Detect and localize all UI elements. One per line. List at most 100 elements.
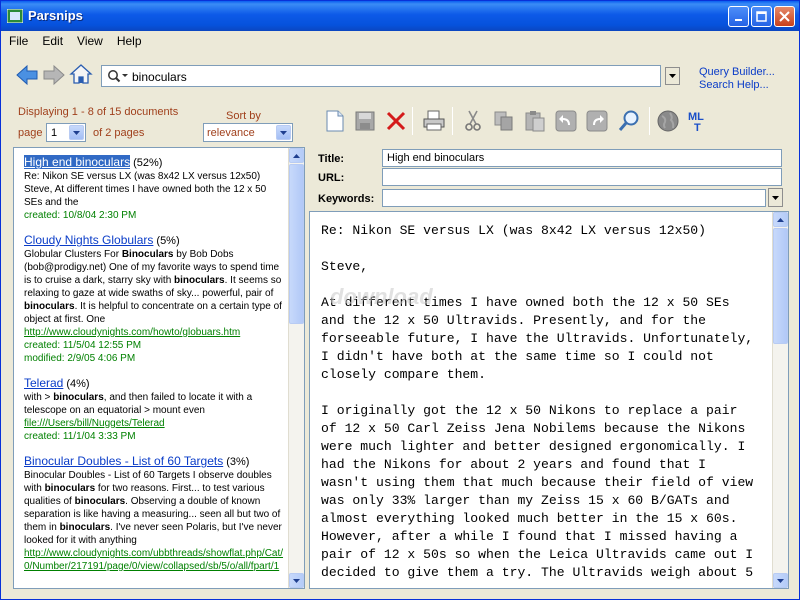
result-score: (4%) bbox=[66, 378, 90, 390]
title-field[interactable]: High end binoculars bbox=[382, 149, 782, 167]
document-text: Re: Nikon SE versus LX (was 8x42 LX vers… bbox=[321, 223, 754, 580]
svg-text:T: T bbox=[694, 122, 701, 133]
result-title-link[interactable]: Cloudy Nights Globulars bbox=[24, 233, 153, 247]
query-builder-link[interactable]: Query Builder... bbox=[699, 66, 775, 78]
snippet-highlight: binoculars bbox=[24, 301, 75, 312]
result-title-link[interactable]: High end binoculars bbox=[24, 155, 131, 169]
doc-scroll-up-button[interactable] bbox=[773, 212, 788, 227]
results-list[interactable]: High end binoculars (52%) Re: Nikon SE ver… bbox=[13, 147, 305, 589]
search-query: binoculars bbox=[132, 70, 187, 84]
document-viewer[interactable]: Re: Nikon SE versus LX (was 8x42 LX vers… bbox=[309, 211, 789, 589]
window-title: Parsnips bbox=[28, 8, 83, 23]
search-input[interactable]: binoculars bbox=[101, 65, 661, 87]
close-icon bbox=[779, 11, 790, 22]
url-field[interactable] bbox=[382, 168, 782, 186]
result-item[interactable]: Binocular Doubles - List of 60 Targets (3… bbox=[24, 455, 286, 573]
results-items: High end binoculars (52%) Re: Nikon SE ver… bbox=[24, 155, 286, 585]
result-snippet: Globular Clusters For Binoculars by Bob … bbox=[24, 248, 286, 326]
mlt-icon: ML T bbox=[688, 111, 704, 133]
app-icon bbox=[7, 9, 23, 23]
result-title-link[interactable]: Binocular Doubles - List of 60 Targets bbox=[24, 454, 223, 468]
document-scrollbar[interactable] bbox=[772, 212, 788, 588]
chevron-up-icon bbox=[777, 217, 784, 222]
search-help-link[interactable]: Search Help... bbox=[699, 79, 769, 91]
doc-scroll-thumb[interactable] bbox=[773, 228, 788, 344]
snippet-text: Globular Clusters For bbox=[24, 249, 122, 260]
result-url-link[interactable]: http://www.cloudynights.com/ubbthreads/s… bbox=[24, 547, 286, 573]
page-select[interactable]: 1 bbox=[46, 123, 86, 142]
save-button[interactable] bbox=[353, 109, 377, 133]
back-arrow-icon[interactable] bbox=[15, 64, 39, 86]
snippet-highlight: binoculars bbox=[44, 483, 96, 494]
scroll-thumb[interactable] bbox=[289, 164, 304, 324]
paste-button[interactable] bbox=[523, 109, 547, 133]
url-label: URL: bbox=[318, 172, 345, 184]
scissors-icon bbox=[465, 110, 481, 131]
result-item[interactable]: Telerad (4%) with > binoculars, and then f… bbox=[24, 377, 286, 443]
maximize-button[interactable] bbox=[751, 6, 772, 27]
page-select-value: 1 bbox=[51, 127, 58, 139]
forward-arrow-icon[interactable] bbox=[42, 64, 66, 86]
undo-icon bbox=[555, 110, 577, 132]
close-button[interactable] bbox=[774, 6, 795, 27]
result-score: (52%) bbox=[133, 157, 163, 169]
search-icon[interactable] bbox=[107, 69, 129, 83]
results-scrollbar[interactable] bbox=[288, 148, 304, 588]
chevron-down-icon bbox=[777, 578, 784, 583]
print-button[interactable] bbox=[422, 109, 446, 133]
redo-button[interactable] bbox=[585, 109, 609, 133]
result-title-link[interactable]: Telerad bbox=[24, 376, 63, 390]
result-date: modified: 2/9/05 4:06 PM bbox=[24, 353, 136, 364]
result-snippet: with > binoculars, and then failed to lo… bbox=[24, 391, 286, 417]
home-icon[interactable] bbox=[69, 63, 93, 85]
menu-file[interactable]: File bbox=[1, 31, 34, 48]
sort-select[interactable]: relevance bbox=[203, 123, 293, 142]
result-date: created: 11/1/04 3:33 PM bbox=[24, 431, 136, 442]
minimize-button[interactable] bbox=[728, 6, 749, 27]
chevron-down-icon bbox=[73, 130, 80, 135]
delete-button[interactable] bbox=[384, 109, 408, 133]
document-pane: ML T Title: High end binoculars URL: Key… bbox=[309, 99, 789, 589]
magnifier-icon bbox=[618, 110, 639, 131]
result-url-link[interactable]: http://www.cloudynights.com/howto/globua… bbox=[24, 326, 286, 339]
snippet-highlight: binoculars bbox=[174, 275, 225, 286]
watermark: download bbox=[330, 284, 433, 309]
more-like-this-button[interactable]: ML T bbox=[687, 109, 711, 133]
doc-scroll-down-button[interactable] bbox=[773, 573, 788, 588]
menu-edit[interactable]: Edit bbox=[34, 31, 69, 48]
page-label: page bbox=[18, 127, 43, 139]
web-button[interactable] bbox=[656, 109, 680, 133]
menu-help[interactable]: Help bbox=[109, 31, 148, 48]
results-header: Displaying 1 - 8 of 15 documents page 1 … bbox=[13, 99, 305, 147]
total-pages: of 2 pages bbox=[93, 127, 145, 139]
find-button[interactable] bbox=[617, 109, 641, 133]
result-item[interactable]: High end binoculars (52%) Re: Nikon SE ver… bbox=[24, 155, 286, 222]
globe-icon bbox=[657, 110, 679, 132]
scroll-up-button[interactable] bbox=[289, 148, 304, 163]
snippet-text: Re: Nikon SE versus LX (was 8x42 LX vers… bbox=[24, 171, 267, 208]
cut-button[interactable] bbox=[461, 109, 485, 133]
printer-icon bbox=[423, 110, 445, 131]
undo-button[interactable] bbox=[554, 109, 578, 133]
sort-dropdown-button[interactable] bbox=[276, 125, 291, 140]
copy-button[interactable] bbox=[492, 109, 516, 133]
results-count: Displaying 1 - 8 of 15 documents bbox=[18, 106, 179, 118]
result-url-link[interactable]: file:///Users/bill/Nuggets/Telerad bbox=[24, 417, 286, 430]
new-document-button[interactable] bbox=[323, 109, 347, 133]
document-toolbar: ML T bbox=[309, 99, 789, 141]
keywords-dropdown[interactable] bbox=[768, 188, 783, 207]
result-item[interactable]: Cloudy Nights Globulars (5%) Globular Clus… bbox=[24, 234, 286, 365]
result-snippet: Binocular Doubles - List of 60 Targets I… bbox=[24, 469, 286, 547]
scroll-down-button[interactable] bbox=[289, 573, 304, 588]
menu-bar: File Edit View Help bbox=[1, 31, 799, 51]
snippet-highlight: Binoculars bbox=[121, 249, 174, 260]
menu-view[interactable]: View bbox=[69, 31, 109, 48]
keywords-field[interactable] bbox=[382, 189, 766, 207]
title-bar[interactable]: Parsnips bbox=[1, 1, 799, 31]
page-dropdown-button[interactable] bbox=[69, 125, 84, 140]
sort-label: Sort by bbox=[226, 110, 261, 122]
search-history-dropdown[interactable] bbox=[665, 67, 680, 85]
save-icon bbox=[355, 111, 375, 131]
result-score: (5%) bbox=[156, 235, 180, 247]
result-snippet: Re: Nikon SE versus LX (was 8x42 LX vers… bbox=[24, 170, 286, 209]
